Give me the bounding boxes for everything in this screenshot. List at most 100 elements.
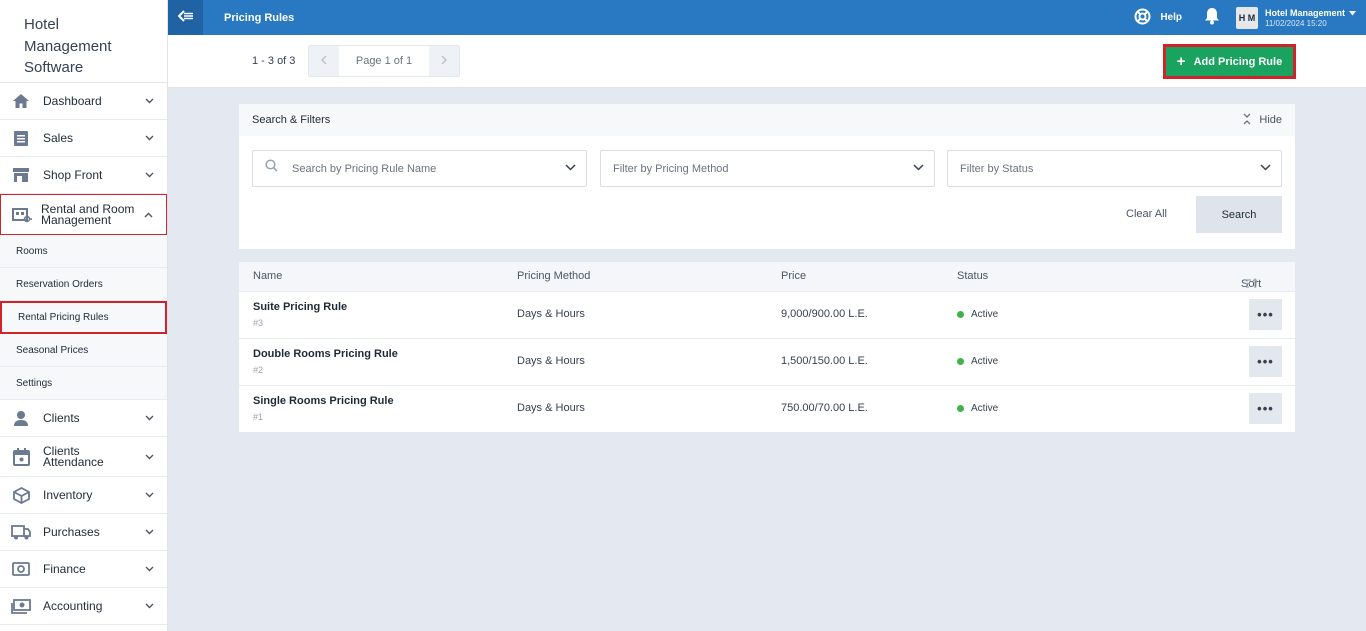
sidebar-item-label: Finance [43,561,86,576]
clear-all-button[interactable]: Clear All [1126,208,1167,220]
sidebar-item-clients-attendance[interactable]: Clients Attendance [0,437,167,477]
chevron-down-icon [565,162,576,174]
sidebar-item-rental-and-room-management[interactable]: Rental and Room Management [0,194,167,235]
sidebar-item-purchases[interactable]: Purchases [0,514,167,551]
top-bar: Pricing Rules Help H M Hotel Management … [168,0,1366,35]
column-header-method: Pricing Method [517,270,591,282]
user-datetime: 11/02/2024 15:20 [1264,18,1327,28]
status-dot [957,311,964,318]
avatar[interactable]: H M [1235,6,1258,29]
bell-icon [1204,7,1220,28]
pricing-method-filter[interactable]: Filter by Pricing Method [600,150,935,187]
sidebar-item-finance[interactable]: Finance [0,551,167,588]
add-pricing-rule-button[interactable]: + Add Pricing Rule [1163,44,1296,79]
sidebar-item-shop-front[interactable]: Shop Front [0,157,167,194]
search-icon [265,158,278,175]
search-input[interactable]: Search by Pricing Rule Name [252,150,587,187]
sidebar: Hotel Management Software Dashboard Sale… [0,0,168,631]
calendar-icon [11,447,31,467]
status-badge: Active [957,309,998,320]
sidebar-item-label: Shop Front [43,167,103,182]
row-actions-button[interactable]: ••• [1249,393,1282,424]
help-button[interactable]: Help [1134,8,1182,28]
page-title: Pricing Rules [224,11,295,24]
home-icon [11,91,31,111]
status-badge: Active [957,356,998,367]
table-row[interactable]: Suite Pricing Rule #3 Days & Hours 9,000… [239,291,1295,338]
rule-name[interactable]: Double Rooms Pricing Rule [253,348,398,360]
filters-title: Search & Filters [252,114,331,126]
status-filter[interactable]: Filter by Status [947,150,1282,187]
status-dot [957,405,964,412]
user-name: Hotel Management [1264,7,1345,18]
rule-method: Days & Hours [517,402,585,414]
rule-price: 750.00/70.00 L.E. [781,402,868,414]
table-row[interactable]: Single Rooms Pricing Rule #1 Days & Hour… [239,385,1295,432]
sidebar-item-label: Clients Attendance [43,443,104,469]
sidebar-item-label: Purchases [43,524,100,539]
chevron-down-icon [141,566,157,572]
sidebar-item-label: Inventory [43,487,93,502]
rule-name[interactable]: Suite Pricing Rule [253,301,347,313]
table-row[interactable]: Double Rooms Pricing Rule #2 Days & Hour… [239,338,1295,385]
chevron-right-icon [441,54,447,68]
rule-name[interactable]: Single Rooms Pricing Rule [253,395,394,407]
sidebar-item-inventory[interactable]: Inventory [0,477,167,514]
plus-icon: + [1176,53,1186,70]
chevron-down-icon [141,603,157,609]
chevron-down-icon [141,172,157,178]
sidebar-item-clients[interactable]: Clients [0,400,167,437]
sidebar-item-sales[interactable]: Sales [0,120,167,157]
chevron-down-icon [141,529,157,535]
chevron-down-icon [141,492,157,498]
rule-id: #3 [253,318,264,328]
sidebar-item-label: Accounting [43,598,103,613]
sort-icon [1245,278,1259,292]
sidebar-item-label: Sales [43,130,74,145]
brand-line-1: Hotel [24,16,60,33]
record-count: 1 - 3 of 3 [252,55,296,67]
sidebar-subitem-rental-pricing-rules[interactable]: Rental Pricing Rules [0,301,167,334]
previous-page-button[interactable] [309,46,339,76]
column-header-status: Status [957,270,989,282]
pricing-rules-table: Name Pricing Method Price Status Sort Su… [239,262,1295,432]
sidebar-item-label: Clients [43,410,80,425]
rule-price: 9,000/900.00 L.E. [781,308,868,320]
collapse-icon [1243,113,1259,128]
user-menu[interactable]: Hotel Management 11/02/2024 15:20 [1265,8,1356,28]
sidebar-subitem-settings[interactable]: Settings [0,367,167,400]
help-label: Help [1160,12,1182,23]
shop-icon [11,165,31,185]
brand-line-2: Management [24,37,112,55]
caret-down-icon [1349,8,1356,18]
sidebar-subitem-reservation-orders[interactable]: Reservation Orders [0,268,167,301]
rule-method: Days & Hours [517,308,585,320]
sidebar-subitem-seasonal-prices[interactable]: Seasonal Prices [0,334,167,367]
search-filters-panel: Search & Filters Hide Search by Pricing … [239,104,1295,249]
status-dot [957,358,964,365]
chevron-left-icon [321,54,327,68]
lifebuoy-icon [1134,8,1160,28]
sidebar-item-label: Dashboard [43,93,102,108]
next-page-button[interactable] [429,46,459,76]
search-button[interactable]: Search [1196,196,1282,233]
status-label: Active [971,309,999,320]
row-actions-button[interactable]: ••• [1249,299,1282,330]
collapse-sidebar-button[interactable] [168,0,203,35]
rule-price: 1,500/150.00 L.E. [781,355,868,367]
rental-icon [12,205,32,225]
column-header-name: Name [253,270,283,282]
row-actions-button[interactable]: ••• [1249,346,1282,377]
sidebar-item-dashboard[interactable]: Dashboard [0,83,167,120]
toolbar: 1 - 3 of 3 Page 1 of 1 + Add Pricing Rul… [168,35,1366,88]
brand-line-3: Software [24,59,84,76]
sidebar-subitem-rooms[interactable]: Rooms [0,235,167,268]
sidebar-item-label: Rental and Room Management [41,201,135,227]
status-placeholder: Filter by Status [960,162,1034,175]
sidebar-item-accounting[interactable]: Accounting [0,588,167,625]
chevron-down-icon [141,98,157,104]
chevron-down-icon [141,415,157,421]
hide-filters-button[interactable]: Hide [1243,113,1282,128]
truck-icon [11,522,31,542]
notifications-button[interactable] [1204,7,1220,28]
